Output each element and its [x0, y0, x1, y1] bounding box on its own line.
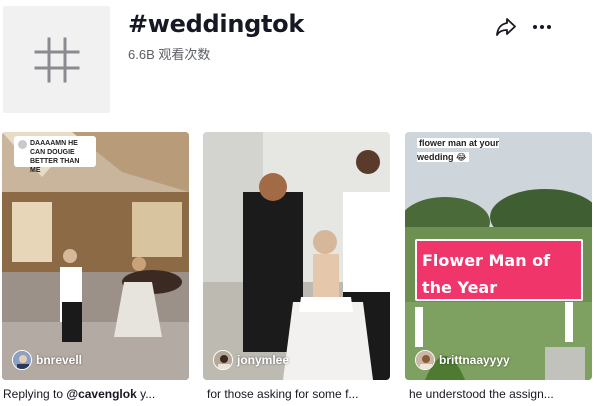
video-author[interactable]: brittnaayyyy — [415, 350, 510, 370]
mention-link[interactable]: @cavenglok — [66, 387, 136, 401]
video-thumbnail — [203, 132, 390, 380]
video-card[interactable]: jonymlee — [203, 132, 390, 380]
video-description[interactable]: for those asking for some f... — [207, 387, 391, 405]
hashtag-icon — [34, 37, 79, 82]
video-card[interactable]: DAAAAMN HE CAN DOUGIE BETTER THAN ME bnr… — [2, 132, 189, 380]
video-card[interactable]: flower man at your wedding 😂 Flower Man … — [405, 132, 592, 380]
author-username: brittnaayyyy — [439, 353, 510, 367]
share-button[interactable] — [494, 15, 518, 39]
hashtag-title: #weddingtok — [128, 10, 305, 38]
more-options-button[interactable] — [530, 15, 554, 39]
hashtag-header: #weddingtok 6.6B 观看次数 — [0, 0, 598, 120]
share-arrow-icon — [496, 18, 516, 36]
reply-avatar-icon — [18, 140, 27, 149]
hashtag-avatar — [3, 6, 110, 113]
video-author[interactable]: bnrevell — [12, 350, 82, 370]
title-banner: Flower Man of the Year — [415, 239, 583, 301]
video-author[interactable]: jonymlee — [213, 350, 289, 370]
author-avatar — [12, 350, 32, 370]
author-avatar — [213, 350, 233, 370]
hashtag-view-count: 6.6B 观看次数 — [128, 47, 211, 62]
reply-bubble: DAAAAMN HE CAN DOUGIE BETTER THAN ME — [14, 136, 96, 174]
video-description[interactable]: Replying to @cavenglok y... — [3, 387, 187, 405]
author-avatar — [415, 350, 435, 370]
video-description[interactable]: he understood the assign... — [409, 387, 593, 405]
more-horizontal-icon — [533, 25, 551, 29]
author-username: jonymlee — [237, 353, 290, 367]
author-username: bnrevell — [36, 353, 83, 367]
video-caption-overlay: flower man at your wedding 😂 — [417, 138, 500, 162]
